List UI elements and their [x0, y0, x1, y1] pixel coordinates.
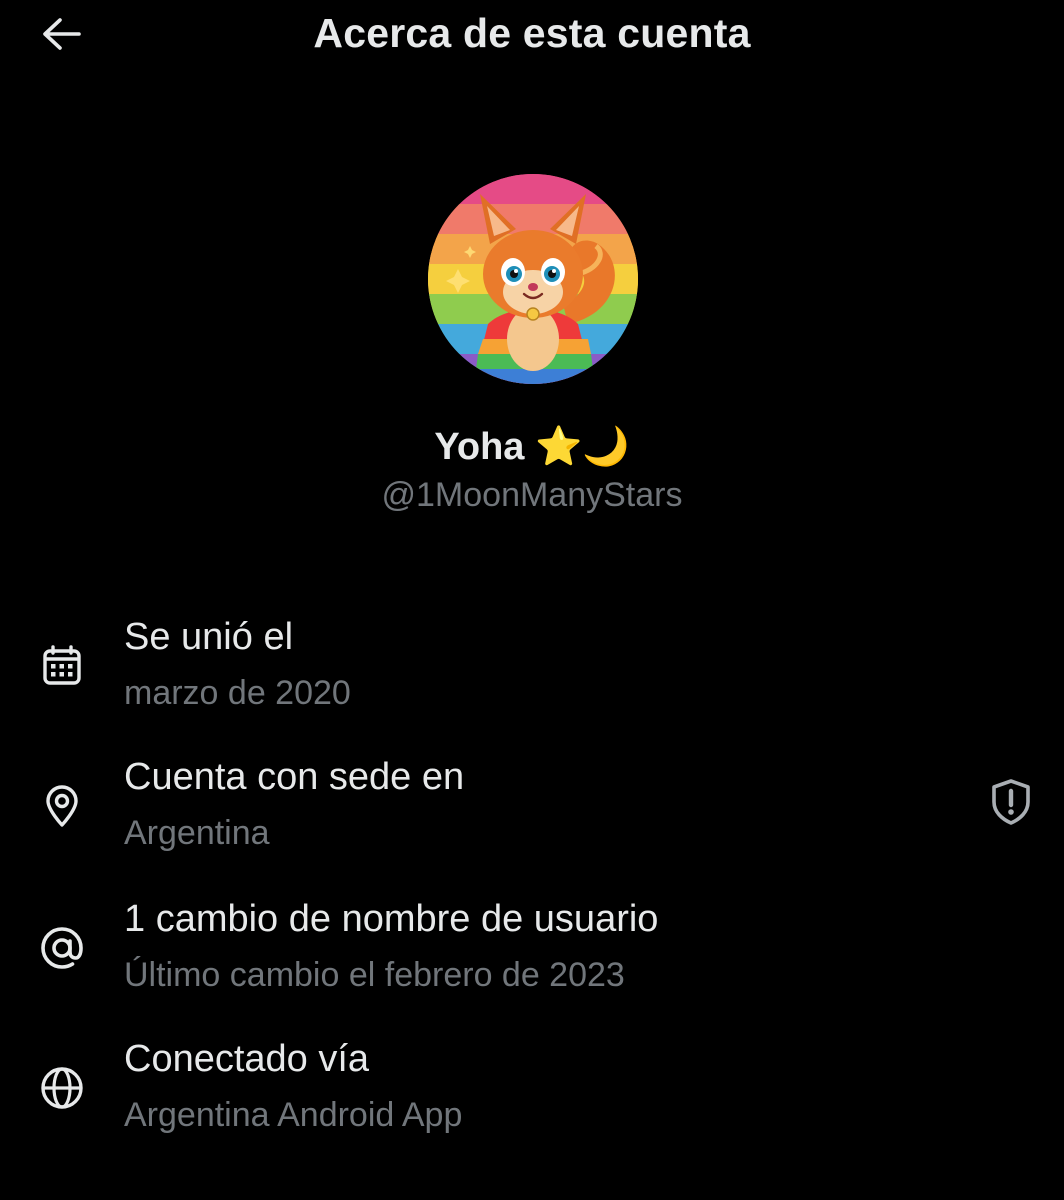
detail-row-location: Cuenta con sede en Argentina: [0, 752, 1064, 872]
display-name-text: Yoha: [434, 426, 525, 468]
detail-label: 1 cambio de nombre de usuario: [124, 898, 659, 940]
globe-icon: [38, 1064, 86, 1112]
detail-row-connected-via: Conectado vía Argentina Android App: [0, 1034, 1064, 1154]
at-sign-icon: [38, 924, 86, 972]
detail-label: Conectado vía: [124, 1038, 370, 1080]
calendar-icon: [38, 642, 86, 690]
detail-row-joined: Se unió el marzo de 2020: [0, 612, 1064, 732]
profile-avatar[interactable]: [428, 174, 638, 384]
detail-label: Se unió el: [124, 616, 294, 658]
detail-row-username-changes: 1 cambio de nombre de usuario Último cam…: [0, 894, 1064, 1014]
location-info-button[interactable]: [986, 778, 1036, 830]
squirrel-avatar-image: [428, 174, 638, 384]
detail-value: Último cambio el febrero de 2023: [124, 956, 625, 994]
detail-value: Argentina: [124, 814, 270, 852]
top-app-bar: Acerca de esta cuenta: [0, 0, 1064, 72]
page-title: Acerca de esta cuenta: [313, 10, 751, 56]
crescent-moon-emoji: 🌙: [582, 424, 630, 468]
detail-label: Cuenta con sede en: [124, 756, 465, 798]
profile-display-name: Yoha ⭐🌙: [0, 424, 1064, 469]
detail-value: marzo de 2020: [124, 674, 351, 712]
profile-handle: @1MoonManyStars: [381, 476, 683, 514]
star-emoji: ⭐: [535, 424, 583, 468]
shield-alert-icon: [989, 778, 1033, 831]
location-pin-icon: [38, 782, 86, 830]
detail-value: Argentina Android App: [124, 1096, 463, 1134]
